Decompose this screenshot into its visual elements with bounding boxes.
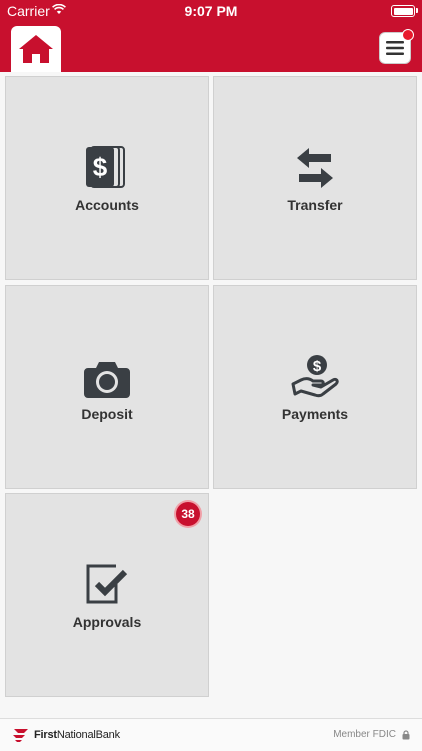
bank-logo-icon <box>13 729 28 742</box>
camera-icon <box>84 362 130 398</box>
tile-label: Accounts <box>75 197 139 213</box>
dollar-documents-icon: $ <box>86 146 125 188</box>
checkbox-icon <box>86 564 128 604</box>
fdic-label: Member FDIC <box>333 729 396 740</box>
clock: 9:07 PM <box>184 3 238 19</box>
hand-coin-icon: $ <box>291 355 339 398</box>
home-icon <box>19 35 53 63</box>
tile-accounts[interactable]: $ Accounts <box>5 76 209 280</box>
menu-button[interactable] <box>379 29 414 64</box>
tile-label: Transfer <box>287 197 343 213</box>
tile-transfer[interactable]: Transfer <box>213 76 417 280</box>
approvals-badge: 38 <box>176 502 200 526</box>
svg-text:$: $ <box>313 358 322 375</box>
fdic-notice: Member FDIC <box>333 729 410 740</box>
tile-label: Payments <box>281 406 349 422</box>
tile-approvals[interactable]: 38 Approvals <box>5 493 209 697</box>
bank-logo: FirstNationalBank <box>12 727 120 743</box>
lock-icon <box>402 729 410 739</box>
tile-payments[interactable]: $ Payments <box>213 285 417 489</box>
notification-dot <box>402 29 414 41</box>
transfer-arrows-icon <box>297 148 333 188</box>
home-button[interactable] <box>11 26 61 72</box>
battery-icon <box>391 5 418 17</box>
hamburger-menu-icon <box>386 41 404 55</box>
bank-name: FirstNationalBank <box>34 729 120 741</box>
bank-name-bold: First <box>34 729 57 741</box>
svg-text:$: $ <box>93 152 108 182</box>
bank-name-light: NationalBank <box>56 729 120 741</box>
tile-label: Approvals <box>72 614 142 630</box>
app-header <box>0 22 422 72</box>
footer: FirstNationalBank Member FDIC <box>0 718 422 751</box>
tile-label: Deposit <box>81 406 133 422</box>
tile-deposit[interactable]: Deposit <box>5 285 209 489</box>
status-bar: Carrier 9:07 PM <box>0 0 422 22</box>
